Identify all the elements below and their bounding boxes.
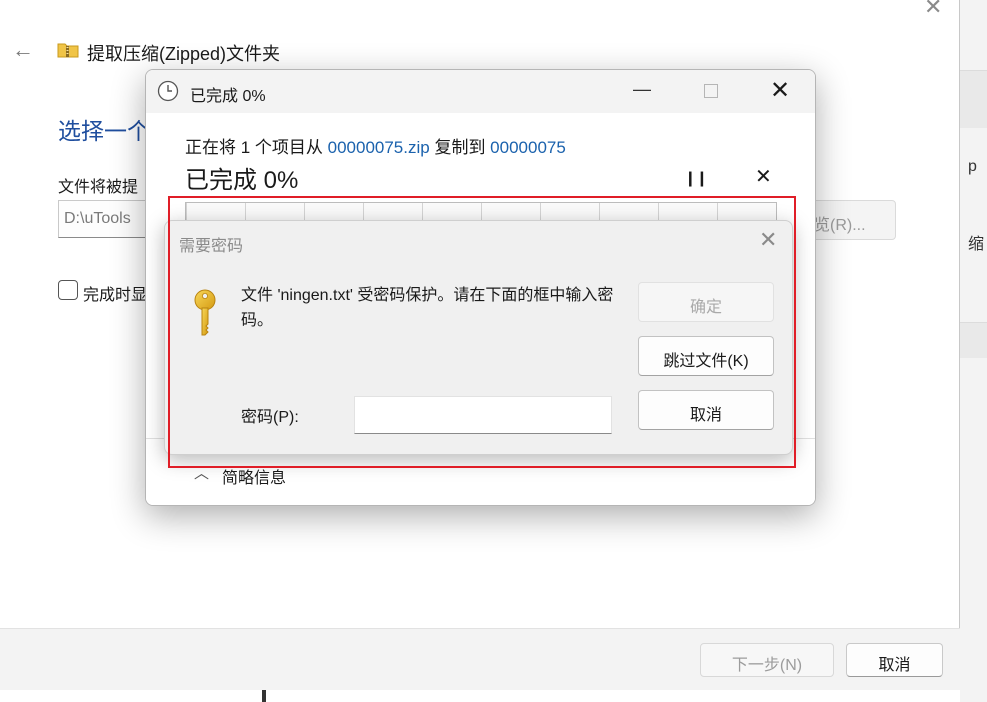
copy-text-middle: 复制到 [429,138,491,157]
wizard-title: 提取压缩(Zipped)文件夹 [87,44,281,64]
password-dialog-title: 需要密码 [179,238,244,255]
key-icon [194,289,216,336]
browse-button[interactable]: 览(R)... [805,200,896,240]
password-required-dialog: 需要密码 ✕ 文件 'ningen.txt' 受密码保护。请在下面的框中输入密码… [164,220,793,455]
ok-button[interactable]: 确定 [638,282,774,322]
close-icon[interactable]: ✕ [759,227,777,253]
chevron-up-icon[interactable]: ︿ [194,462,209,483]
progress-window-title: 已完成 0% [190,88,266,105]
copy-description: 正在将 1 个项目从 00000075.zip 复制到 00000075 [185,133,566,158]
password-label: 密码(P): [241,409,299,426]
zip-folder-icon [57,43,79,58]
edge-cell [960,70,987,128]
progress-bar [185,202,777,222]
background-window-edge: p 缩 [960,0,987,702]
destination-link[interactable]: 00000075 [490,138,566,157]
background-fragment [262,690,266,702]
show-when-done-label: 完成时显 [83,287,148,304]
cancel-button[interactable]: 取消 [638,390,774,430]
clock-icon [157,80,179,102]
pause-icon[interactable]: ❙❙ [684,169,708,187]
password-message: 文件 'ningen.txt' 受密码保护。请在下面的框中输入密码。 [241,287,614,329]
back-arrow-icon[interactable]: ← [12,37,34,63]
next-button[interactable]: 下一步(N) [700,643,834,677]
edge-text: p [968,158,977,175]
source-link[interactable]: 00000075.zip [328,138,430,157]
progress-titlebar: 已完成 0% — ✕ [146,70,815,113]
close-icon[interactable]: ✕ [770,76,790,105]
destination-path-input[interactable]: D:\uTools [58,200,148,238]
maximize-icon[interactable] [704,84,718,98]
skip-file-button[interactable]: 跳过文件(K) [638,336,774,376]
extract-to-label: 文件将被提 [58,179,139,196]
copy-text-prefix: 正在将 1 个项目从 [185,138,328,157]
stop-icon[interactable]: ✕ [755,164,772,189]
wizard-heading: 选择一个 [58,118,150,144]
progress-status: 已完成 0% [185,167,299,194]
edge-cell [960,322,987,358]
edge-text: 缩 [968,236,985,253]
wizard-cancel-button[interactable]: 取消 [846,643,943,677]
wizard-close-icon[interactable]: ✕ [924,0,942,20]
fewer-details-toggle[interactable]: 简略信息 [222,464,286,488]
minimize-icon[interactable]: — [633,79,651,100]
password-input[interactable] [354,396,612,434]
show-when-done-checkbox[interactable] [58,280,78,300]
